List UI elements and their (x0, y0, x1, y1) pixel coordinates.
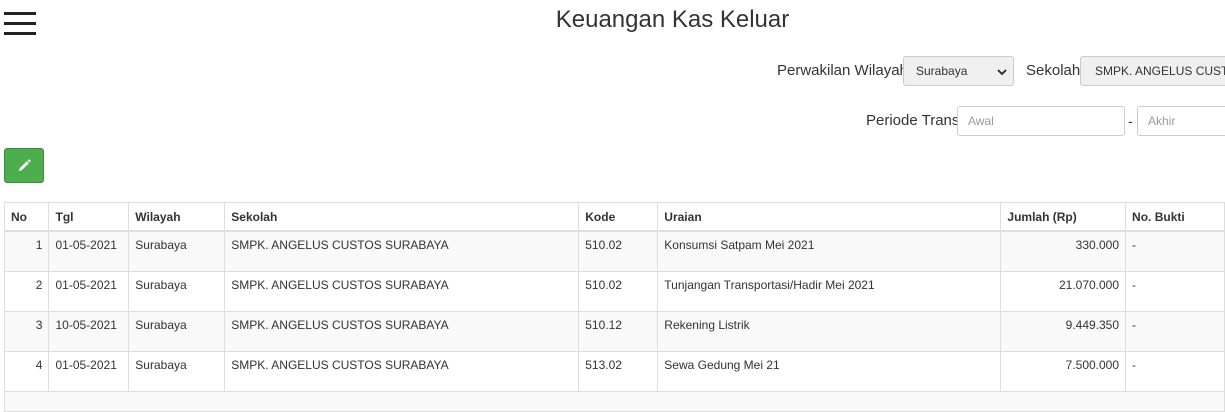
cell-sekolah: SMPK. ANGELUS CUSTOS SURABAYA (224, 350, 580, 392)
column-header-kode[interactable]: Kode (578, 202, 659, 232)
table-row[interactable]: 1 01-05-2021 Surabaya SMPK. ANGELUS CUST… (3, 230, 1225, 272)
column-header-uraian[interactable]: Uraian (657, 202, 1002, 232)
cell-wilayah: Surabaya (128, 230, 226, 272)
table-row[interactable]: 2 01-05-2021 Surabaya SMPK. ANGELUS CUST… (3, 270, 1225, 312)
page-title: Keuangan Kas Keluar (555, 6, 790, 33)
period-separator: - (1128, 113, 1133, 129)
chevron-down-icon (997, 69, 1007, 76)
sekolah-select-value: SMPK. ANGELUS CUSTOS SURABAYA (1095, 64, 1225, 78)
cell-wilayah: Surabaya (128, 270, 226, 312)
cell-jumlah: 7.500.000 (1000, 350, 1127, 392)
cell-no-bukti: - (1125, 230, 1225, 272)
transactions-table: No Tgl Wilayah Sekolah Kode Uraian Jumla… (3, 202, 1225, 412)
cell-sekolah: SMPK. ANGELUS CUSTOS SURABAYA (224, 270, 580, 312)
cell-uraian: Tunjangan Transportasi/Hadir Mei 2021 (657, 270, 1002, 312)
table-row[interactable]: 4 01-05-2021 Surabaya SMPK. ANGELUS CUST… (3, 350, 1225, 392)
column-header-jumlah[interactable]: Jumlah (Rp) (1000, 202, 1127, 232)
pencil-icon (19, 158, 31, 171)
cell-jumlah: 330.000 (1000, 230, 1127, 272)
wilayah-select-value: Surabaya (916, 64, 968, 78)
sekolah-select[interactable]: SMPK. ANGELUS CUSTOS SURABAYA (1080, 56, 1225, 86)
table-row[interactable]: 3 10-05-2021 Surabaya SMPK. ANGELUS CUST… (3, 310, 1225, 352)
cell-no: 3 (3, 310, 50, 352)
wilayah-select[interactable]: Surabaya (903, 56, 1014, 86)
table-footer-row (4, 390, 1225, 412)
column-header-sekolah[interactable]: Sekolah (224, 202, 580, 232)
cell-no-bukti: - (1125, 270, 1225, 312)
wilayah-label: Perwakilan Wilayah (777, 62, 908, 79)
cell-tgl: 01-05-2021 (48, 270, 130, 312)
periode-label: Periode Trans (866, 112, 960, 129)
cell-tgl: 01-05-2021 (48, 230, 130, 272)
table-footer-cell (4, 390, 1225, 412)
awal-date-input[interactable]: Awal (957, 106, 1125, 136)
cell-no: 2 (3, 270, 50, 312)
cell-kode: 510.02 (578, 230, 659, 272)
column-header-wilayah[interactable]: Wilayah (128, 202, 226, 232)
cell-no: 4 (3, 350, 50, 392)
edit-button[interactable] (4, 148, 44, 183)
cell-uraian: Sewa Gedung Mei 21 (657, 350, 1002, 392)
cell-uraian: Konsumsi Satpam Mei 2021 (657, 230, 1002, 272)
akhir-date-input[interactable]: Akhir (1137, 106, 1225, 136)
cell-kode: 510.12 (578, 310, 659, 352)
column-header-no[interactable]: No (3, 202, 50, 232)
cell-wilayah: Surabaya (128, 310, 226, 352)
column-header-no-bukti[interactable]: No. Bukti (1125, 202, 1225, 232)
cell-tgl: 10-05-2021 (48, 310, 130, 352)
cell-sekolah: SMPK. ANGELUS CUSTOS SURABAYA (224, 310, 580, 352)
cell-tgl: 01-05-2021 (48, 350, 130, 392)
cell-wilayah: Surabaya (128, 350, 226, 392)
cell-no-bukti: - (1125, 350, 1225, 392)
cell-jumlah: 21.070.000 (1000, 270, 1127, 312)
sekolah-label: Sekolah (1026, 62, 1081, 79)
cell-kode: 510.02 (578, 270, 659, 312)
cell-no: 1 (3, 230, 50, 272)
table-header-row: No Tgl Wilayah Sekolah Kode Uraian Jumla… (3, 202, 1225, 232)
cell-sekolah: SMPK. ANGELUS CUSTOS SURABAYA (224, 230, 580, 272)
cell-uraian: Rekening Listrik (657, 310, 1002, 352)
cell-kode: 513.02 (578, 350, 659, 392)
cell-no-bukti: - (1125, 310, 1225, 352)
cell-jumlah: 9.449.350 (1000, 310, 1127, 352)
column-header-tgl[interactable]: Tgl (48, 202, 130, 232)
